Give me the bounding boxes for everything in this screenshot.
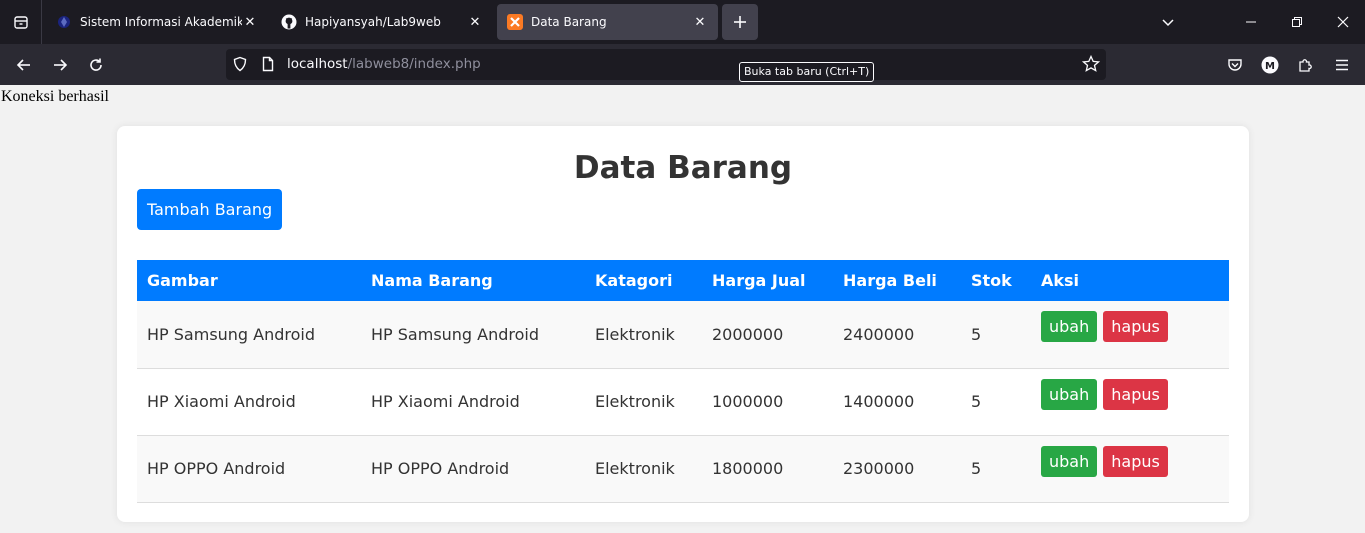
table-row: HP Samsung Android HP Samsung Android El… (137, 301, 1229, 368)
add-item-button[interactable]: Tambah Barang (137, 189, 283, 230)
cell-kategori: Elektronik (595, 459, 675, 478)
url-text[interactable]: localhost/labweb8/index.php (287, 56, 481, 72)
column-header: Harga Beli (843, 271, 937, 290)
address-bar[interactable]: localhost/labweb8/index.php (226, 49, 1106, 80)
column-header: Stok (971, 271, 1012, 290)
edit-button[interactable]: ubah (1041, 378, 1098, 410)
puzzle-icon (1299, 59, 1312, 72)
column-header: Harga Jual (712, 271, 806, 290)
plus-icon (734, 16, 746, 28)
pocket-button[interactable] (1220, 50, 1250, 80)
restore-button[interactable] (1274, 0, 1320, 44)
account-button[interactable]: M (1255, 50, 1285, 80)
back-button[interactable] (9, 50, 39, 80)
tab-list-dropdown-button[interactable] (1145, 0, 1191, 44)
reload-icon (90, 58, 102, 71)
edit-button[interactable]: ubah (1041, 311, 1098, 342)
delete-button[interactable]: hapus (1103, 378, 1168, 410)
cell-harga-jual: 1000000 (712, 392, 784, 411)
cell-stok: 5 (971, 392, 982, 411)
column-header: Gambar (147, 271, 218, 290)
cell-aksi: ubah hapus (1031, 301, 1229, 368)
close-tab-icon[interactable]: ✕ (242, 14, 258, 30)
cell-aksi: ubah hapus (1031, 368, 1229, 435)
cell-aksi: ubah hapus (1031, 435, 1229, 502)
github-icon (281, 14, 297, 30)
tab-strip: Sistem Informasi Akademik ✕ Hapiyansyah/… (0, 0, 1365, 44)
chevron-down-icon (1162, 19, 1174, 27)
navigation-toolbar: localhost/labweb8/index.php M (0, 44, 1365, 85)
column-header: Aksi (1041, 271, 1080, 290)
column-header: Nama Barang (371, 271, 493, 290)
url-host: localhost (287, 56, 348, 72)
edit-button[interactable]: ubah (1041, 445, 1098, 477)
new-tab-button[interactable] (722, 4, 758, 40)
table-header-row: Gambar Nama Barang Katagori Harga Jual H… (137, 260, 1229, 301)
cell-gambar: HP Xiaomi Android (147, 392, 296, 411)
tab-title: Hapiyansyah/Lab9web (305, 15, 441, 29)
cell-stok: 5 (971, 459, 982, 478)
delete-button[interactable]: hapus (1103, 311, 1168, 342)
academic-logo-icon (56, 14, 72, 30)
minimize-icon (1246, 21, 1256, 23)
menu-button[interactable] (1327, 50, 1357, 80)
cell-kategori: Elektronik (595, 392, 675, 411)
reload-button[interactable] (81, 50, 111, 80)
tracking-protection-icon[interactable] (232, 56, 248, 76)
tab-title: Data Barang (531, 15, 607, 29)
cell-harga-jual: 2000000 (712, 324, 784, 344)
cell-gambar: HP Samsung Android (147, 324, 316, 344)
table-row: HP OPPO Android HP OPPO Android Elektron… (137, 435, 1229, 502)
cell-harga-jual: 1800000 (712, 459, 784, 478)
connection-status-text: Koneksi berhasil (1, 88, 109, 105)
tab-title: Sistem Informasi Akademik (80, 15, 242, 29)
account-avatar-icon: M (1261, 56, 1279, 74)
content-container: Data Barang Tambah Barang Gambar Nama Ba… (117, 126, 1249, 522)
pocket-icon (1228, 59, 1242, 71)
close-tab-icon[interactable]: ✕ (467, 14, 483, 30)
tab-data-barang[interactable]: Data Barang ✕ (497, 4, 718, 40)
tab-github[interactable]: Hapiyansyah/Lab9web ✕ (271, 4, 493, 40)
cell-harga-beli: 2300000 (843, 459, 915, 478)
page-title: Data Barang (573, 150, 793, 186)
url-path: /labweb8/index.php (347, 56, 481, 72)
cell-stok: 5 (971, 324, 982, 344)
cell-nama-barang: HP Samsung Android (371, 324, 540, 344)
restore-icon (1292, 17, 1302, 27)
tab-overview-icon (13, 16, 28, 29)
cell-gambar: HP OPPO Android (147, 459, 286, 478)
cell-harga-beli: 1400000 (843, 392, 915, 411)
list-all-tabs-button[interactable] (0, 0, 42, 44)
close-window-button[interactable] (1320, 0, 1365, 44)
extensions-button[interactable] (1291, 50, 1321, 80)
column-header: Katagori (595, 271, 673, 290)
delete-button[interactable]: hapus (1103, 445, 1168, 477)
xampp-icon (507, 14, 523, 30)
cell-kategori: Elektronik (595, 324, 675, 344)
arrow-right-icon (54, 59, 68, 71)
forward-button[interactable] (45, 50, 75, 80)
table-row: HP Xiaomi Android HP Xiaomi Android Elek… (137, 368, 1229, 435)
close-icon (1337, 16, 1349, 28)
minimize-button[interactable] (1228, 0, 1274, 44)
bookmark-star-icon[interactable] (1081, 54, 1101, 77)
cell-harga-beli: 2400000 (843, 324, 915, 344)
arrow-left-icon (16, 59, 30, 71)
hamburger-menu-icon (1336, 59, 1348, 71)
cell-nama-barang: HP OPPO Android (371, 459, 510, 478)
close-tab-icon[interactable]: ✕ (692, 14, 708, 30)
page-info-icon[interactable] (260, 56, 276, 76)
item-table: Gambar Nama Barang Katagori Harga Jual H… (137, 260, 1229, 503)
svg-text:M: M (1265, 61, 1275, 72)
new-tab-tooltip: Buka tab baru (Ctrl+T) (739, 62, 875, 82)
cell-nama-barang: HP Xiaomi Android (371, 392, 520, 411)
tab-sistem-informasi[interactable]: Sistem Informasi Akademik ✕ (46, 4, 268, 40)
